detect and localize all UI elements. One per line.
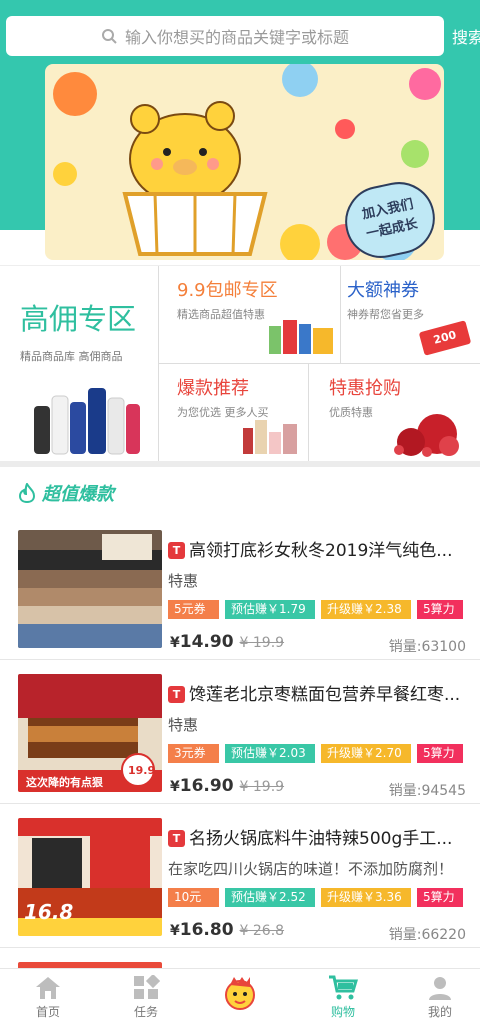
tab-home[interactable]: 首页 bbox=[18, 975, 78, 1020]
price-value: 16.80 bbox=[179, 920, 234, 940]
flame-icon bbox=[18, 483, 36, 503]
tab-label: 购物 bbox=[330, 1005, 355, 1019]
upgrade-tag: 升级赚￥2.38 bbox=[321, 600, 411, 619]
tab-label: 我的 bbox=[427, 1005, 452, 1019]
upgrade-tag: 升级赚￥3.36 bbox=[321, 888, 411, 907]
product-desc: 在家吃四川火锅店的味道！不添加防腐剂！ bbox=[168, 860, 454, 878]
promo-title: 特惠抢购 bbox=[329, 378, 401, 399]
old-price: ¥ 26.8 bbox=[239, 923, 285, 939]
promo-title: 大额神券 bbox=[347, 280, 419, 301]
product-thumbnail: 16.8 bbox=[18, 818, 162, 936]
promo-title: 爆款推荐 bbox=[177, 378, 249, 399]
product-item[interactable]: 16.8 T 名扬火锅底料牛油特辣500g手工... 在家吃四川火锅店的味道！不添… bbox=[0, 804, 480, 948]
tab-shopping[interactable]: 购物 bbox=[313, 975, 373, 1020]
tmall-icon: T bbox=[168, 830, 185, 847]
product-desc: 特惠 bbox=[168, 572, 199, 590]
product-thumbnail: 19.9 这次降的有点狠 bbox=[18, 674, 162, 792]
search-button[interactable]: 搜索 bbox=[452, 24, 480, 48]
product-thumbnail bbox=[18, 530, 162, 648]
product-sales: 销量:94545 bbox=[388, 783, 466, 799]
currency-symbol: ¥ bbox=[170, 635, 180, 651]
price-value: 16.90 bbox=[179, 776, 234, 796]
coupon-tag: 10元券 bbox=[168, 888, 219, 923]
search-placeholder: 输入你想买的商品关键字或标题 bbox=[124, 28, 349, 47]
power-tag: 5算力 bbox=[417, 888, 463, 907]
tab-center[interactable] bbox=[210, 975, 270, 1013]
pomegranate-icon bbox=[394, 414, 459, 457]
mascot-icon bbox=[225, 977, 255, 1010]
product-sales: 销量:66220 bbox=[388, 927, 466, 943]
shampoo-bottles-icon bbox=[34, 388, 140, 455]
tab-mine[interactable]: 我的 bbox=[410, 975, 470, 1020]
product-sales: 销量:63100 bbox=[388, 639, 466, 655]
estimate-tag: 预估赚￥1.79 bbox=[225, 600, 315, 619]
section-divider bbox=[0, 461, 480, 467]
promo-free-shipping[interactable]: 9.9包邮专区 精选商品超值特惠 bbox=[159, 266, 341, 364]
promo-big-coupon[interactable]: 大额神券 神券帮您省更多 200 bbox=[341, 266, 480, 364]
power-tag: 5算力 bbox=[417, 744, 463, 763]
currency-symbol: ¥ bbox=[170, 779, 180, 795]
search-icon bbox=[101, 29, 117, 44]
tmall-icon: T bbox=[168, 542, 185, 559]
section-header: 超值爆款 bbox=[18, 480, 114, 506]
tab-label: 任务 bbox=[133, 1005, 158, 1019]
search-input[interactable]: 输入你想买的商品关键字或标题 bbox=[6, 16, 444, 56]
product-desc: 特惠 bbox=[168, 716, 199, 734]
cosmetics-icon bbox=[243, 420, 297, 454]
product-title: T 馋莲老北京枣糕面包营养早餐红枣... bbox=[168, 680, 474, 705]
upgrade-tag: 升级赚￥2.70 bbox=[321, 744, 411, 763]
product-tags: 10元券 预估赚￥2.52 升级赚￥3.36 5算力 bbox=[168, 888, 463, 923]
promo-banner[interactable]: 加入我们 一起成长 bbox=[45, 64, 444, 260]
power-tag: 5算力 bbox=[417, 600, 463, 619]
home-icon bbox=[36, 977, 60, 999]
promo-high-commission[interactable]: 高佣专区 精品商品库 高佣商品 bbox=[0, 266, 159, 462]
section-title: 超值爆款 bbox=[42, 484, 114, 505]
promo-subtitle: 神券帮您省更多 bbox=[347, 308, 424, 321]
estimate-tag: 预估赚￥2.52 bbox=[225, 888, 315, 907]
product-price: ¥16.80 ¥ 26.8 bbox=[170, 920, 284, 940]
bottom-tab-bar: 首页 任务 购物 我的 bbox=[0, 968, 480, 1024]
thumb-price-badge: 16.8 bbox=[24, 900, 74, 924]
coupon-tag: 3元券 bbox=[168, 744, 219, 763]
thumb-price-badge: 19.9 bbox=[128, 764, 156, 777]
thumb-caption: 这次降的有点狠 bbox=[26, 776, 103, 789]
product-price: ¥16.90 ¥ 19.9 bbox=[170, 776, 284, 796]
product-title: T 名扬火锅底料牛油特辣500g手工... bbox=[168, 824, 474, 849]
product-price: ¥14.90 ¥ 19.9 bbox=[170, 632, 284, 652]
promo-title: 9.9包邮专区 bbox=[177, 280, 278, 301]
promo-title: 高佣专区 bbox=[20, 302, 137, 336]
estimate-tag: 预估赚￥2.03 bbox=[225, 744, 315, 763]
cart-icon bbox=[329, 975, 358, 1000]
tmall-icon: T bbox=[168, 686, 185, 703]
currency-symbol: ¥ bbox=[170, 923, 180, 939]
household-products-icon bbox=[269, 320, 333, 354]
coupon-badge: 200 bbox=[418, 320, 472, 356]
product-title-text: 名扬火锅底料牛油特辣500g手工... bbox=[189, 829, 453, 849]
price-value: 14.90 bbox=[179, 632, 234, 652]
product-item[interactable]: T 高领打底衫女秋冬2019洋气纯色... 特惠 5元券 预估赚￥1.79 升级赚… bbox=[0, 516, 480, 660]
product-item[interactable]: 19.9 这次降的有点狠 T 馋莲老北京枣糕面包营养早餐红枣... 特惠 3元券 … bbox=[0, 660, 480, 804]
product-tags: 5元券 预估赚￥1.79 升级赚￥2.38 5算力 bbox=[168, 600, 463, 619]
user-icon bbox=[429, 977, 451, 1000]
grid-icon bbox=[134, 975, 160, 999]
promo-flash-sale[interactable]: 特惠抢购 优质特惠 bbox=[309, 364, 480, 462]
product-title: T 高领打底衫女秋冬2019洋气纯色... bbox=[168, 536, 474, 561]
old-price: ¥ 19.9 bbox=[239, 635, 285, 651]
promo-grid: 高佣专区 精品商品库 高佣商品 9.9包邮专区 精选商品超值特惠 大额神券 神券… bbox=[0, 265, 480, 462]
product-title-text: 馋莲老北京枣糕面包营养早餐红枣... bbox=[189, 685, 461, 705]
promo-subtitle: 精品商品库 高佣商品 bbox=[20, 350, 123, 363]
coupon-tag: 5元券 bbox=[168, 600, 219, 619]
tab-label: 首页 bbox=[35, 1005, 60, 1019]
tab-tasks[interactable]: 任务 bbox=[116, 975, 176, 1020]
old-price: ¥ 19.9 bbox=[239, 779, 285, 795]
product-tags: 3元券 预估赚￥2.03 升级赚￥2.70 5算力 bbox=[168, 744, 463, 763]
product-list: T 高领打底衫女秋冬2019洋气纯色... 特惠 5元券 预估赚￥1.79 升级赚… bbox=[0, 516, 480, 988]
promo-hot-recommend[interactable]: 爆款推荐 为您优选 更多人买 bbox=[159, 364, 309, 462]
product-title-text: 高领打底衫女秋冬2019洋气纯色... bbox=[189, 541, 453, 561]
